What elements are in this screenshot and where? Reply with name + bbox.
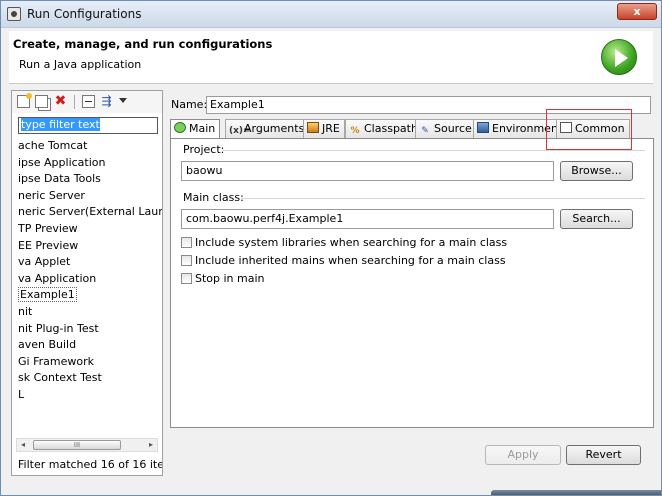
- title-bar: Run Configurations x: [1, 1, 661, 28]
- tab-label: Classpath: [364, 122, 418, 135]
- classpath-icon: %: [350, 126, 360, 136]
- checkbox-label: Include inherited mains when searching f…: [195, 254, 506, 267]
- tree-item[interactable]: EE Preview: [12, 238, 162, 255]
- tree-item[interactable]: nit Plug-in Test: [12, 321, 162, 338]
- group-divider: [223, 150, 645, 151]
- arguments-icon: (x)=: [229, 126, 251, 136]
- project-label: Project:: [183, 143, 225, 156]
- tree-item[interactable]: neric Server: [12, 188, 162, 205]
- checkbox-box[interactable]: [181, 255, 192, 266]
- jre-icon: [307, 122, 319, 133]
- horizontal-scrollbar[interactable]: ◂ III ▸: [16, 438, 158, 452]
- tree-item[interactable]: L: [12, 387, 162, 404]
- tree-item[interactable]: ipse Data Tools: [12, 171, 162, 188]
- tree-item[interactable]: nit: [12, 304, 162, 321]
- scroll-right-icon[interactable]: ▸: [145, 439, 157, 451]
- tab-label: JRE: [322, 122, 340, 135]
- browse-button[interactable]: Browse...: [560, 161, 633, 181]
- tab-arguments[interactable]: (x)=Arguments: [225, 119, 310, 139]
- tree-item-label: nit: [18, 304, 33, 318]
- eclipse-app-icon: [7, 7, 21, 21]
- checkbox-label: Stop in main: [195, 272, 265, 285]
- tree-item-label: EE Preview: [18, 238, 79, 252]
- include-inherited-mains-checkbox[interactable]: Include inherited mains when searching f…: [181, 254, 506, 267]
- project-input[interactable]: baowu: [181, 161, 554, 181]
- tree-item-label: Example1: [18, 287, 77, 303]
- tree-item[interactable]: Gi Framework: [12, 354, 162, 371]
- duplicate-icon[interactable]: [35, 95, 48, 108]
- window-title: Run Configurations: [27, 7, 142, 21]
- tree-item-label: aven Build: [18, 338, 77, 352]
- scroll-left-icon[interactable]: ◂: [17, 439, 29, 451]
- tree-item[interactable]: sk Context Test: [12, 370, 162, 387]
- tab-source[interactable]: ✎ Source: [415, 119, 477, 139]
- tree-item[interactable]: va Application: [12, 271, 162, 288]
- tree-item-label: TP Preview: [18, 221, 78, 235]
- filter-input[interactable]: type filter text: [18, 117, 158, 134]
- checkbox-box[interactable]: [181, 273, 192, 284]
- run-icon: [601, 39, 637, 75]
- tree-item[interactable]: neric Server(External Launch): [12, 204, 162, 221]
- filter-placeholder: type filter text: [21, 118, 100, 131]
- tree-item-label: neric Server: [18, 188, 85, 202]
- tree-item[interactable]: ache Tomcat: [12, 138, 162, 155]
- main-icon: [174, 122, 186, 133]
- tree-item-label: ache Tomcat: [18, 139, 88, 152]
- annotation-highlight-box: [546, 109, 632, 150]
- configuration-tree-panel: ✖ ⇶ type filter text ache Tomcat ipse Ap…: [11, 90, 163, 476]
- group-divider: [241, 198, 645, 199]
- scroll-thumb[interactable]: III: [33, 440, 121, 450]
- tree-item-label: neric Server(External Launch): [18, 205, 162, 219]
- configuration-tree: ache Tomcat ipse Application ipse Data T…: [12, 138, 162, 404]
- tab-classpath[interactable]: % Classpath: [345, 119, 423, 139]
- tree-item[interactable]: TP Preview: [12, 221, 162, 238]
- collapse-all-icon[interactable]: [82, 95, 95, 108]
- name-label: Name:: [171, 98, 208, 111]
- tree-item-label: va Application: [18, 271, 97, 285]
- tree-item-label: sk Context Test: [18, 371, 102, 385]
- run-configurations-window: Run Configurations x Create, manage, and…: [0, 0, 662, 496]
- tab-label: Arguments: [244, 122, 305, 135]
- toolbar-separator: [74, 95, 75, 109]
- checkbox-box[interactable]: [181, 237, 192, 248]
- filter-icon[interactable]: ⇶: [100, 95, 113, 108]
- header-title: Create, manage, and run configurations: [13, 37, 273, 51]
- environment-icon: [477, 122, 489, 133]
- tab-jre[interactable]: JRE: [303, 119, 345, 139]
- tree-toolbar: ✖ ⇶: [12, 91, 162, 113]
- tree-item-label: ipse Application: [18, 155, 106, 169]
- include-system-libraries-checkbox[interactable]: Include system libraries when searching …: [181, 236, 507, 249]
- tree-item[interactable]: ipse Application: [12, 155, 162, 172]
- tree-item-label: Gi Framework: [18, 354, 94, 368]
- tree-item-label: nit Plug-in Test: [18, 321, 99, 335]
- tree-item[interactable]: aven Build: [12, 337, 162, 354]
- tree-item-label: va Applet: [18, 255, 71, 269]
- stop-in-main-checkbox[interactable]: Stop in main: [181, 272, 265, 285]
- main-class-input[interactable]: com.baowu.perf4j.Example1: [181, 209, 554, 229]
- bottom-edge-strip: [491, 490, 661, 495]
- tree-item-label: L: [18, 387, 25, 401]
- new-configuration-icon[interactable]: [17, 93, 32, 108]
- tree-item[interactable]: va Applet: [12, 254, 162, 271]
- source-icon: ✎: [421, 126, 429, 136]
- apply-button[interactable]: Apply: [485, 445, 561, 465]
- dialog-header: Create, manage, and run configurations R…: [9, 31, 653, 84]
- header-subtitle: Run a Java application: [19, 58, 142, 71]
- checkbox-label: Include system libraries when searching …: [195, 236, 508, 249]
- tree-item-selected[interactable]: Example1: [12, 287, 162, 304]
- search-button[interactable]: Search...: [560, 209, 633, 229]
- close-button[interactable]: x: [617, 3, 657, 20]
- revert-button[interactable]: Revert: [566, 445, 641, 465]
- tab-label: Source: [434, 122, 472, 135]
- delete-icon[interactable]: ✖: [54, 94, 67, 108]
- tab-label: Main: [189, 122, 216, 135]
- view-menu-chevron-down-icon[interactable]: [119, 98, 127, 106]
- tab-main[interactable]: Main: [170, 119, 221, 140]
- tree-item-label: ipse Data Tools: [18, 172, 101, 186]
- filter-status: Filter matched 16 of 16 items: [18, 458, 162, 471]
- main-class-label: Main class:: [183, 191, 244, 204]
